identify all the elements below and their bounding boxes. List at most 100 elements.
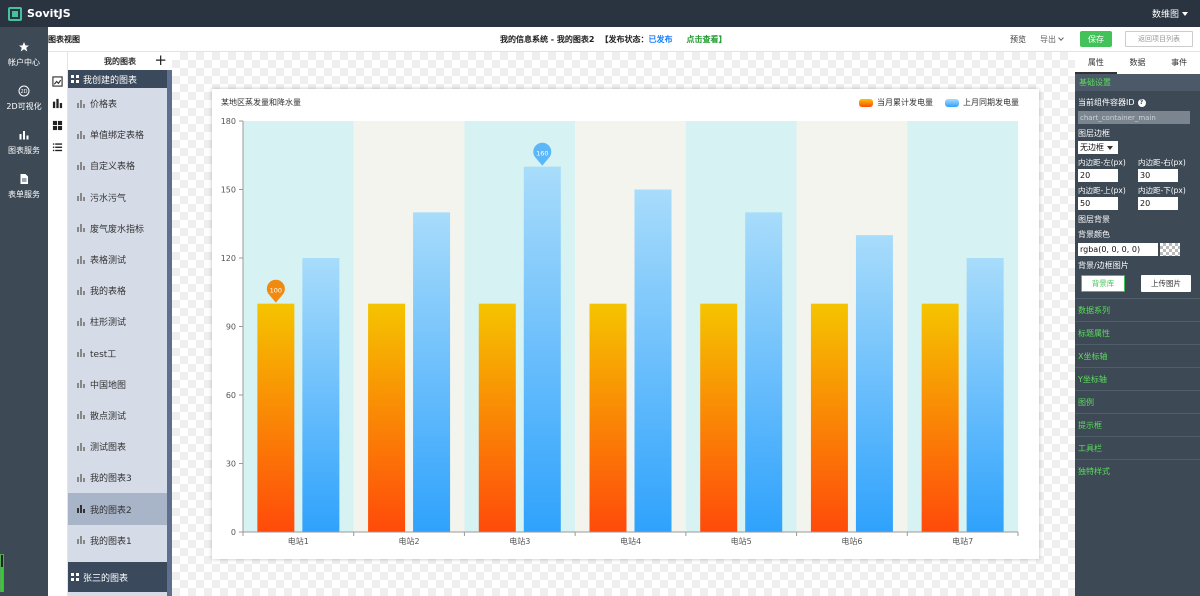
pad-bottom-input[interactable]: 20 bbox=[1138, 197, 1178, 210]
tab-data[interactable]: 数据 bbox=[1117, 52, 1159, 74]
bar-last-month bbox=[855, 235, 893, 532]
border-select-value: 无边框 bbox=[1080, 143, 1104, 152]
color-picker-swatch[interactable] bbox=[1160, 243, 1180, 256]
system-chart-name: 我的信息系统 - 我的图表2 bbox=[500, 34, 595, 44]
chart-list-item-label: 柱形测试 bbox=[90, 318, 127, 329]
group-label: 我创建的图表 bbox=[83, 75, 138, 86]
add-chart-icon[interactable]: + bbox=[154, 53, 167, 68]
chart-list-item[interactable]: 表格测试 bbox=[68, 244, 172, 275]
chart-list-item[interactable]: 中国地图 bbox=[68, 369, 172, 400]
chart-list-item[interactable]: 我的图表3 bbox=[68, 462, 172, 493]
legend-swatch bbox=[859, 98, 873, 107]
section-tooltip[interactable]: 提示框 bbox=[1075, 413, 1200, 436]
legend-item-series-1[interactable]: 当月累计发电量 bbox=[859, 97, 933, 108]
section-data-series[interactable]: 数据系列 bbox=[1075, 298, 1200, 321]
user-menu[interactable]: 数维图 bbox=[1152, 7, 1200, 20]
bar-last-month bbox=[745, 212, 783, 532]
chart-list-item[interactable]: 散点测试 bbox=[68, 400, 172, 431]
legend-item-series-2[interactable]: 上月同期发电量 bbox=[945, 97, 1019, 108]
x-tick-label: 电站5 bbox=[731, 536, 752, 546]
chart-list-item-label: 我的表格 bbox=[90, 287, 127, 298]
bar-last-month bbox=[634, 189, 672, 532]
nav-account-center[interactable]: 帐户中心 bbox=[0, 32, 48, 76]
upload-image-button[interactable]: 上传图片 bbox=[1141, 275, 1191, 292]
x-tick-label: 电站6 bbox=[841, 536, 862, 546]
list-icon[interactable] bbox=[48, 136, 67, 158]
bg-color-label: 背景颜色 bbox=[1078, 230, 1110, 239]
nav-chart-service[interactable]: 图表服务 bbox=[0, 120, 48, 164]
chart-legend[interactable]: 当月累计发电量 上月同期发电量 bbox=[859, 97, 1019, 108]
bg-color-input[interactable]: rgba(0, 0, 0, 0) bbox=[1078, 243, 1158, 256]
pad-top-input[interactable]: 50 bbox=[1078, 197, 1118, 210]
chart-list: 价格表 单值绑定表格自定义表格污水污气 废气废水指标 表格测试我的表格柱形测试 test… bbox=[68, 88, 172, 556]
section-title-props[interactable]: 标题属性 bbox=[1075, 321, 1200, 344]
help-icon[interactable]: ? bbox=[1137, 98, 1146, 107]
pad-bottom-label: 内边距-下(px) bbox=[1138, 186, 1186, 195]
x-tick-label: 电站4 bbox=[620, 536, 641, 546]
chart-list-item[interactable]: 自定义表格 bbox=[68, 150, 172, 181]
chart-list-item[interactable]: 单值绑定表格 bbox=[68, 119, 172, 150]
border-label: 图层边框 bbox=[1078, 129, 1110, 138]
view-published-link[interactable]: 点击查看】 bbox=[686, 34, 726, 45]
export-label: 导出 bbox=[1040, 34, 1056, 44]
bar-chart-icon bbox=[77, 380, 85, 389]
back-to-projects-button[interactable]: 返回项目列表 bbox=[1125, 31, 1193, 47]
section-x-axis[interactable]: X坐标轴 bbox=[1075, 344, 1200, 367]
container-id-label-text: 当前组件容器ID bbox=[1078, 98, 1135, 107]
chart-list-item[interactable]: 价格表 bbox=[68, 88, 172, 119]
app-logo[interactable]: SovitJS bbox=[0, 6, 71, 21]
section-basic-settings[interactable]: 基础设置 bbox=[1075, 74, 1200, 91]
grid-icon[interactable] bbox=[48, 114, 67, 136]
bar-current-month bbox=[921, 303, 959, 532]
section-legend[interactable]: 图例 bbox=[1075, 390, 1200, 413]
chart-list-item[interactable]: 我的表格 bbox=[68, 275, 172, 306]
chart-list-item[interactable]: 我的图表1 bbox=[68, 525, 172, 556]
bg-image-buttons: 背景库 上传图片 bbox=[1081, 275, 1197, 292]
chart-list-item[interactable]: 柱形测试 bbox=[68, 306, 172, 337]
section-toolbar[interactable]: 工具栏 bbox=[1075, 436, 1200, 459]
chevron-down-icon bbox=[1182, 11, 1188, 16]
save-button[interactable]: 保存 bbox=[1080, 31, 1112, 47]
border-select[interactable]: 无边框 bbox=[1078, 141, 1118, 154]
bar-chart-icon bbox=[77, 442, 85, 451]
bar-chart-icon bbox=[77, 130, 85, 139]
tab-properties[interactable]: 属性 bbox=[1075, 52, 1117, 74]
group-my-charts[interactable]: 我创建的图表 bbox=[68, 70, 172, 88]
nav-form-service[interactable]: 表单服务 bbox=[0, 164, 48, 208]
chart-container[interactable]: 0 30 60 90 120 150 180 电站1 电站2 电站3 电站4 电站5 电站6 电站7 100… bbox=[212, 89, 1039, 559]
pad-right-input[interactable]: 30 bbox=[1138, 169, 1178, 182]
chart-title: 某地区蒸发量和降水量 bbox=[221, 98, 301, 107]
app-name: SovitJS bbox=[27, 7, 71, 20]
y-tick-label: 150 bbox=[221, 186, 236, 195]
tab-events[interactable]: 事件 bbox=[1158, 52, 1200, 74]
chart-list-item[interactable]: 废气废水指标 bbox=[68, 213, 172, 244]
chart-list-item[interactable]: 污水污气 bbox=[68, 182, 172, 213]
export-dropdown[interactable]: 导出 bbox=[1040, 34, 1064, 45]
bar-last-month bbox=[302, 258, 340, 532]
chevron-down-icon bbox=[1058, 35, 1064, 41]
container-id-field: chart_container_main bbox=[1078, 111, 1190, 124]
bar-chart-icon bbox=[77, 505, 85, 514]
bar-chart-icon bbox=[77, 536, 85, 545]
chart-list-item[interactable]: 测试图表 bbox=[68, 431, 172, 462]
pad-right-label: 内边距-右(px) bbox=[1138, 158, 1186, 167]
section-y-axis[interactable]: Y坐标轴 bbox=[1075, 367, 1200, 390]
component-type-strip bbox=[48, 52, 68, 596]
chart-list-item[interactable]: 我的图表2 bbox=[68, 493, 172, 525]
bar-last-month bbox=[413, 212, 451, 532]
bar-current-month bbox=[478, 303, 516, 532]
bar-chart-icon[interactable] bbox=[48, 92, 67, 114]
chart-list-item[interactable]: test工 bbox=[68, 338, 172, 369]
bar-current-month bbox=[257, 303, 295, 532]
nav-2d-visualization[interactable]: 2D 2D可视化 bbox=[0, 76, 48, 120]
section-custom-style[interactable]: 独特样式 bbox=[1075, 459, 1200, 482]
chart-list-item-label: 自定义表格 bbox=[90, 162, 136, 173]
padding-row-1: 内边距-左(px) 20 内边距-右(px) 30 bbox=[1078, 157, 1197, 182]
status-prefix: 【发布状态： bbox=[600, 34, 649, 44]
pad-left-input[interactable]: 20 bbox=[1078, 169, 1118, 182]
background-library-button[interactable]: 背景库 bbox=[1081, 275, 1125, 292]
image-chart-icon[interactable] bbox=[48, 70, 67, 92]
preview-button[interactable]: 预览 bbox=[1010, 34, 1026, 45]
property-sections: 数据系列 标题属性 X坐标轴 Y坐标轴 图例 提示框 工具栏 独特样式 bbox=[1075, 298, 1200, 482]
group-zhangsan-charts[interactable]: 张三的图表 bbox=[68, 562, 167, 592]
